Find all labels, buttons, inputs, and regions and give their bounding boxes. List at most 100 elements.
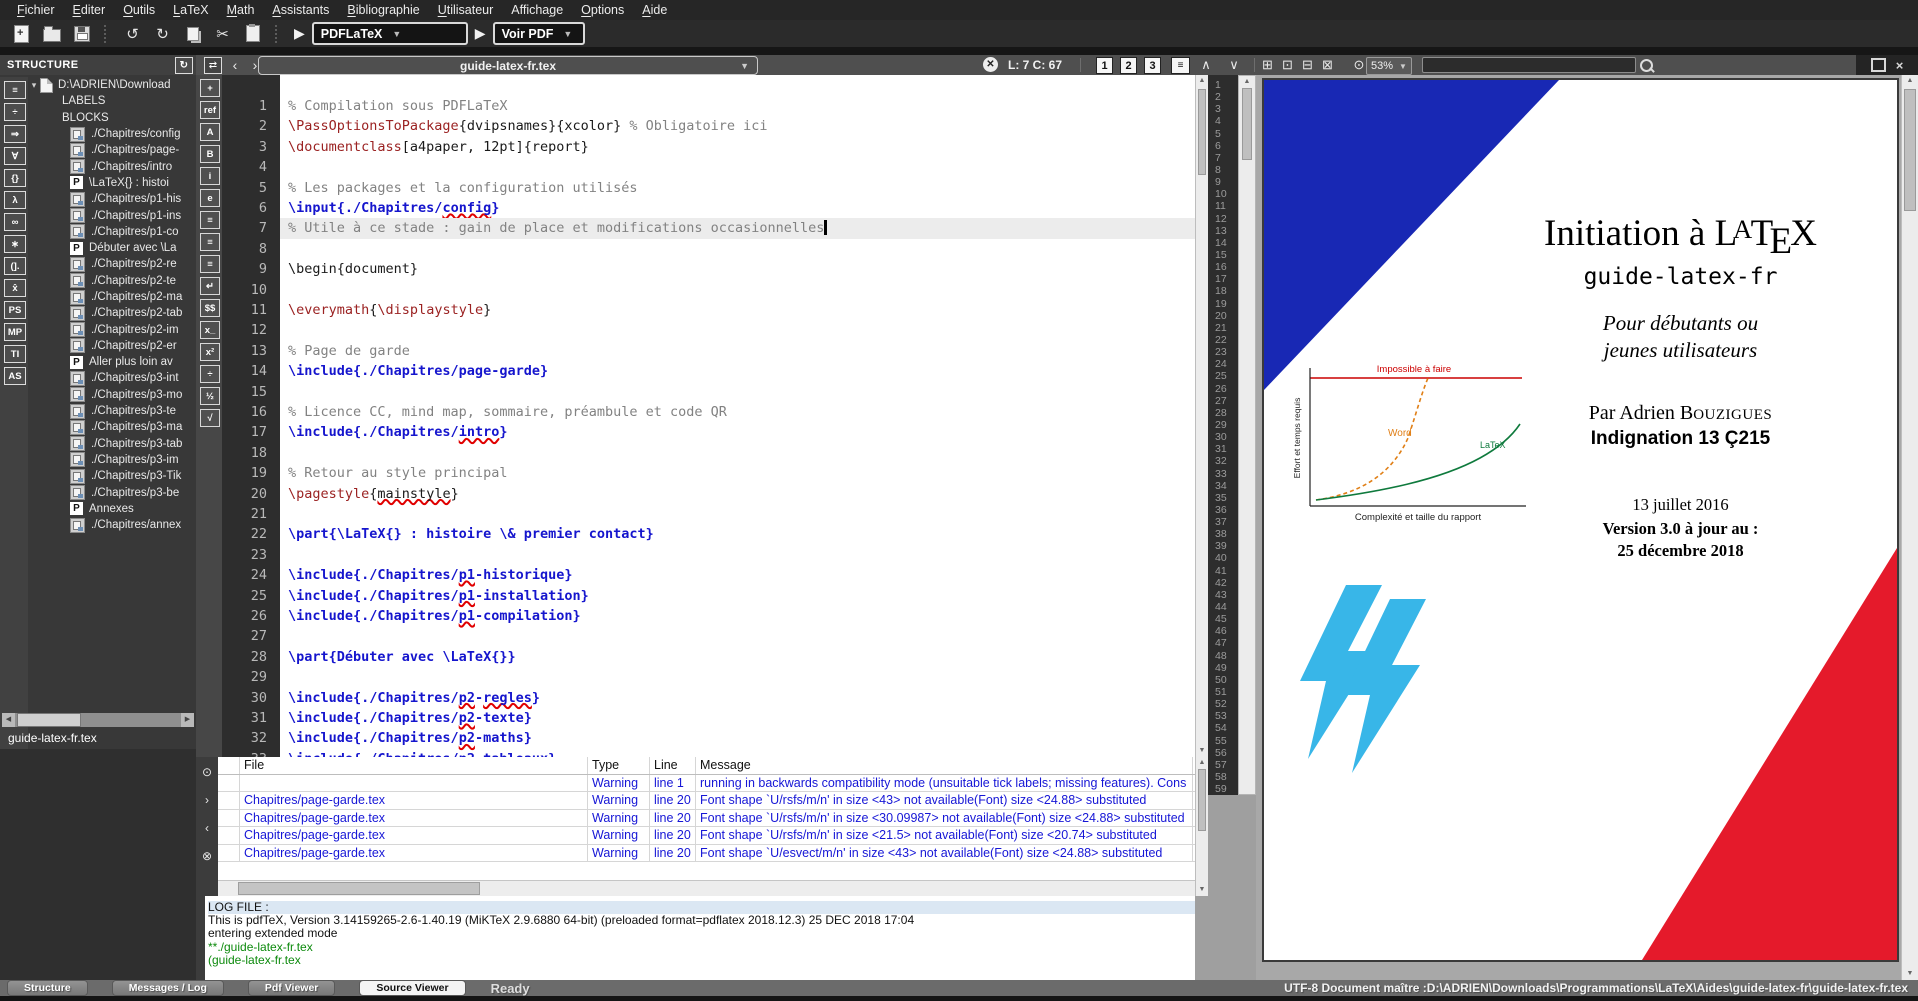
code-line[interactable]: \include{./Chapitres/p2-texte} (280, 708, 1195, 728)
message-row[interactable]: Warningline 1running in backwards compat… (218, 775, 1195, 792)
menu-item-fichier[interactable]: Fichier (8, 0, 64, 20)
subscript-icon[interactable]: x_ (200, 321, 220, 339)
display-math-icon[interactable]: $$ (200, 299, 220, 317)
italic-icon[interactable]: i (200, 167, 220, 185)
code-line[interactable] (280, 280, 1195, 300)
relation-symbols-icon[interactable]: ÷ (4, 103, 26, 121)
code-line[interactable] (280, 545, 1195, 565)
pstricks-icon[interactable]: PS (4, 301, 26, 319)
code-line[interactable]: \include{./Chapitres/p1-installation} (280, 586, 1195, 606)
structure-tree-item[interactable]: BLOCKS (28, 110, 194, 126)
close-icon[interactable]: × (1896, 58, 1904, 73)
pdf-shortcut-3-button[interactable]: 3 (1144, 57, 1161, 74)
pdf-shortcut-1-button[interactable]: 1 (1096, 57, 1113, 74)
code-line[interactable]: \begin{document} (280, 259, 1195, 279)
search-button[interactable] (1640, 55, 1653, 75)
structure-tree-item[interactable]: ./Chapitres/page- (28, 142, 194, 158)
copy-button[interactable] (179, 23, 206, 45)
scrollbar-thumb[interactable] (1904, 89, 1916, 211)
messages-header-cell[interactable]: File (240, 757, 588, 774)
code-line[interactable]: \part{Débuter avec \LaTeX{}} (280, 647, 1195, 667)
structure-tree-item[interactable]: ./Chapitres/p3-te (28, 403, 194, 419)
new-file-button[interactable]: + (8, 23, 35, 45)
structure-horizontal-scrollbar[interactable]: ◀ ▶ (2, 713, 194, 727)
messages-vertical-scrollbar[interactable]: ▲ ▼ (1195, 757, 1208, 896)
tree-expand-icon[interactable]: ▾ (28, 80, 40, 91)
next-error-icon[interactable]: › (205, 793, 209, 807)
superscript-icon[interactable]: x² (200, 343, 220, 361)
structure-tree-item[interactable]: ./Chapitres/p2-er (28, 338, 194, 354)
stop-process-button[interactable]: ✕ (983, 57, 998, 72)
zoom-level-select[interactable]: 53% ▼ (1366, 57, 1412, 75)
run-compile-button[interactable]: ▶ (294, 25, 305, 42)
structure-tree-item[interactable]: ./Chapitres/p2-tab (28, 305, 194, 321)
code-line[interactable] (280, 443, 1195, 463)
prev-error-icon[interactable]: ‹ (205, 821, 209, 835)
code-line[interactable]: \documentclass[a4paper, 12pt]{report} (280, 137, 1195, 157)
menu-item-assistants[interactable]: Assistants (263, 0, 338, 20)
scroll-down-icon[interactable]: ▼ (1196, 884, 1208, 896)
structure-tree-item[interactable]: LABELS (28, 93, 194, 109)
structure-tree-item[interactable]: ./Chapitres/p3-be (28, 484, 194, 500)
source-viewer-scrollbar[interactable]: ▲ (1238, 75, 1256, 795)
pdf-search-input[interactable] (1423, 58, 1635, 72)
metapost-icon[interactable]: MP (4, 323, 26, 341)
structure-tree-item[interactable]: ./Chapitres/p1-co (28, 224, 194, 240)
messages-header-cell[interactable]: Message (696, 757, 1193, 774)
scroll-down-icon[interactable]: ▼ (1902, 968, 1918, 980)
previous-page-button[interactable]: ∧ (1196, 55, 1216, 75)
previous-document-button[interactable]: ‹ (226, 55, 244, 75)
code-line[interactable] (280, 320, 1195, 340)
structure-tree-item[interactable]: ./Chapitres/p3-tab (28, 436, 194, 452)
tikz-icon[interactable]: TI (4, 345, 26, 363)
scroll-up-icon[interactable]: ▲ (1239, 76, 1255, 88)
menu-item-outils[interactable]: Outils (114, 0, 164, 20)
eye-icon[interactable]: ⊙ (202, 765, 212, 779)
run-view-button[interactable]: ▶ (475, 25, 486, 42)
structure-tree-item[interactable]: ./Chapitres/annex (28, 517, 194, 533)
document-selector[interactable]: guide-latex-fr.tex ▼ (258, 56, 758, 75)
code-line[interactable] (280, 382, 1195, 402)
scroll-left-icon[interactable]: ◀ (2, 713, 15, 727)
fraction-icon[interactable]: ½ (200, 387, 220, 405)
newline-icon[interactable]: ↵ (200, 277, 220, 295)
message-row[interactable]: Chapitres/page-garde.texWarningline 20Fo… (218, 845, 1195, 862)
asymptote-icon[interactable]: AS (4, 367, 26, 385)
code-line[interactable] (280, 239, 1195, 259)
code-line[interactable]: \input{./Chapitres/config} (280, 198, 1195, 218)
pdf-shortcut-2-button[interactable]: 2 (1120, 57, 1137, 74)
continuous-mode-icon[interactable]: ≡ (1171, 57, 1190, 74)
delimiters-icon[interactable]: {} (4, 169, 26, 187)
code-line[interactable]: \include{./Chapitres/p2-maths} (280, 728, 1195, 748)
code-line[interactable]: \include{./Chapitres/page-garde} (280, 361, 1195, 381)
scroll-up-icon[interactable]: ▲ (1902, 75, 1918, 87)
next-page-button[interactable]: ∨ (1224, 55, 1244, 75)
fit-width-icon[interactable]: ⊞ (1262, 57, 1282, 73)
favourite-symbols-icon[interactable]: ∗ (4, 235, 26, 253)
code-line[interactable] (280, 504, 1195, 524)
greek-letters-icon[interactable]: λ (4, 191, 26, 209)
message-row[interactable]: Chapitres/page-garde.texWarningline 20Fo… (218, 792, 1195, 809)
structure-tree-item[interactable]: ./Chapitres/intro (28, 158, 194, 174)
structure-tree-item[interactable]: ./Chapitres/p3-ma (28, 419, 194, 435)
code-line[interactable]: % Retour au style principal (280, 463, 1195, 483)
structure-tree-item[interactable]: ./Chapitres/p1-his (28, 191, 194, 207)
menu-item-aide[interactable]: Aide (633, 0, 676, 20)
structure-tree-item[interactable]: PDébuter avec \La (28, 240, 194, 256)
panel-tab-pdf-viewer[interactable]: Pdf Viewer (249, 981, 335, 995)
messages-header-cell[interactable]: Type (588, 757, 650, 774)
scroll-up-icon[interactable]: ▲ (1196, 757, 1208, 769)
scroll-up-icon[interactable]: ▲ (1196, 75, 1208, 87)
float-window-icon[interactable] (1871, 58, 1886, 72)
accents-icon[interactable]: x̂ (4, 279, 26, 297)
menu-item-bibliographie[interactable]: Bibliographie (338, 0, 428, 20)
code-line[interactable] (280, 157, 1195, 177)
code-editor[interactable]: % Compilation sous PDFLaTeX\PassOptionsT… (280, 75, 1195, 757)
bold-icon[interactable]: B (200, 145, 220, 163)
structure-tree-item[interactable]: ./Chapitres/p3-mo (28, 387, 194, 403)
structure-tree-item[interactable]: ▾D:\ADRIEN\Download (28, 77, 194, 93)
cut-button[interactable]: ✂ (209, 23, 236, 45)
structure-panel-icon[interactable]: ≡ (4, 81, 26, 99)
code-line[interactable]: % Page de garde (280, 341, 1195, 361)
menu-item-utilisateur[interactable]: Utilisateur (429, 0, 503, 20)
